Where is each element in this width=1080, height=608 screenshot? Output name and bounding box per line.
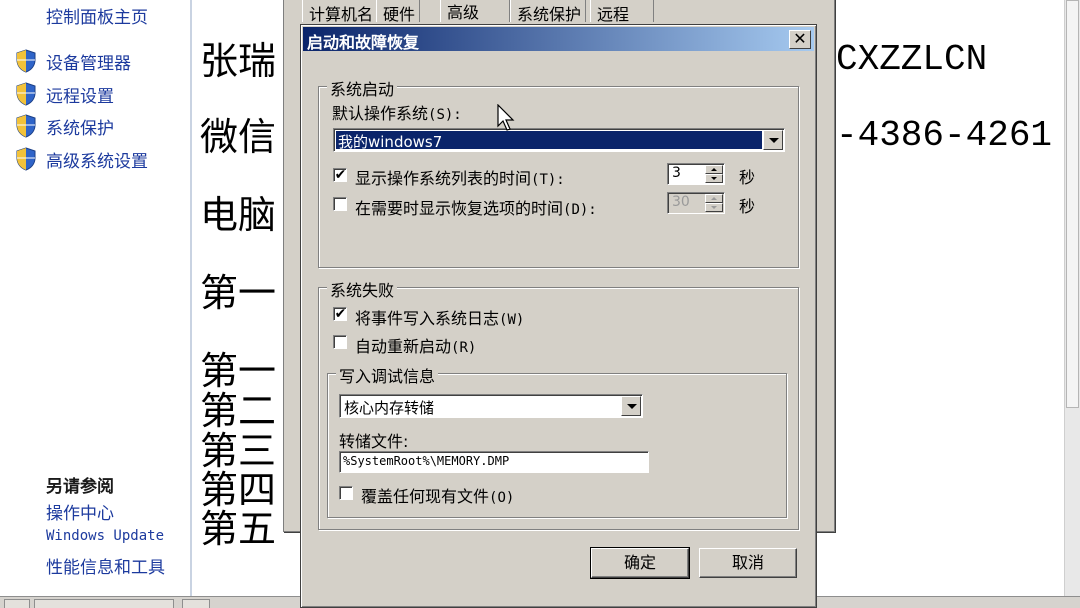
shield-icon [16, 49, 36, 73]
write-event-text: 将事件写入系统日志 [355, 309, 500, 328]
show-os-list-checkbox[interactable]: ✔ [333, 167, 347, 183]
tab-remote[interactable]: 远程 [590, 0, 654, 24]
doc-line: 第四 [200, 468, 277, 512]
see-also-heading: 另请参阅 [46, 477, 114, 497]
doc-line-right: -4386-4261 [836, 115, 1053, 156]
write-event-accelerator: (W) [499, 312, 525, 328]
doc-line: 第一 [200, 349, 277, 393]
control-panel-home-link[interactable]: 控制面板主页 [46, 3, 148, 28]
sidebar-item-system-protection[interactable]: 系统保护 [14, 114, 114, 139]
default-os-value: 我的windows7 [336, 131, 762, 151]
doc-line: 第二 [200, 389, 277, 433]
os-list-time-unit: 秒 [739, 168, 756, 187]
auto-restart-text: 自动重新启动 [355, 337, 452, 356]
dump-file-value: %SystemRoot%\MEMORY.DMP [343, 454, 510, 468]
recovery-time-value: 30 [672, 194, 690, 210]
doc-line-right: CXZZLCN [836, 39, 988, 80]
show-os-list-text: 显示操作系统列表的时间 [355, 169, 532, 188]
cancel-button[interactable]: 取消 [699, 548, 797, 578]
sidebar-item-label: 远程设置 [46, 86, 114, 107]
close-icon: ✕ [793, 29, 807, 48]
shield-icon [16, 114, 36, 138]
debug-type-value: 核心内存转储 [344, 399, 435, 417]
doc-line: 第一 [200, 271, 277, 315]
mouse-cursor-icon [497, 104, 515, 131]
sidebar-item-label: 高级系统设置 [46, 151, 148, 172]
overwrite-checkbox[interactable] [339, 486, 353, 500]
sidebar-item-label: 设备管理器 [46, 53, 131, 74]
chevron-down-icon [769, 138, 779, 143]
show-recovery-checkbox[interactable] [333, 197, 347, 211]
see-also-performance-tools[interactable]: 性能信息和工具 [46, 553, 165, 578]
show-recovery-label: 在需要时显示恢复选项的时间(D): [355, 195, 597, 219]
spin-down-button[interactable] [705, 203, 723, 212]
show-os-list-label: 显示操作系统列表的时间(T): [355, 165, 565, 189]
spin-down-button[interactable] [705, 174, 723, 183]
dump-file-input[interactable]: %SystemRoot%\MEMORY.DMP [339, 451, 649, 473]
document-scrollbar[interactable] [1064, 0, 1080, 598]
close-button[interactable]: ✕ [789, 30, 811, 49]
show-recovery-accelerator: (D): [563, 202, 597, 218]
default-os-label-text: 默认操作系统 [332, 104, 429, 123]
overwrite-accelerator: (O) [489, 490, 515, 506]
check-icon: ✔ [334, 306, 347, 322]
sidebar-item-label: 系统保护 [46, 118, 114, 139]
write-event-checkbox[interactable]: ✔ [333, 306, 347, 322]
taskbar-button[interactable] [182, 599, 210, 608]
chevron-down-icon [627, 404, 637, 409]
sidebar-item-advanced-settings[interactable]: 高级系统设置 [14, 147, 148, 172]
dialog-titlebar[interactable]: 启动和故障恢复 ✕ [303, 27, 814, 52]
doc-line: 张瑞 [200, 39, 277, 83]
taskbar-button[interactable] [4, 599, 30, 608]
tab-system-protection[interactable]: 系统保护 [510, 0, 587, 24]
overwrite-text: 覆盖任何现有文件 [361, 487, 490, 506]
sidebar-item-remote-settings[interactable]: 远程设置 [14, 82, 114, 107]
doc-line: 电脑 [200, 193, 277, 237]
group-legend: 系统失败 [327, 277, 398, 301]
auto-restart-accelerator: (R) [451, 340, 477, 356]
auto-restart-label: 自动重新启动(R) [355, 333, 476, 357]
default-os-accelerator: (S): [428, 107, 462, 123]
tab-computer-name[interactable]: 计算机名 [302, 0, 379, 24]
sidebar-item-device-manager[interactable]: 设备管理器 [14, 49, 131, 74]
spin-up-button[interactable] [705, 194, 723, 203]
startup-recovery-dialog: 启动和故障恢复 ✕ 系统启动 默认操作系统(S): 我的windows7 ✔ 显… [300, 24, 817, 608]
shield-icon [16, 147, 36, 171]
check-icon: ✔ [334, 167, 347, 183]
write-event-label: 将事件写入系统日志(W) [355, 305, 524, 329]
tab-hardware[interactable]: 硬件 [376, 0, 421, 24]
auto-restart-checkbox[interactable] [333, 335, 347, 349]
scrollbar-thumb[interactable] [1066, 0, 1079, 408]
shield-icon [16, 82, 36, 106]
group-legend: 系统启动 [327, 76, 398, 100]
overwrite-label: 覆盖任何现有文件(O) [361, 483, 514, 507]
recovery-time-unit: 秒 [739, 197, 756, 216]
default-os-select[interactable]: 我的windows7 [333, 128, 785, 152]
doc-line: 微信 [200, 115, 277, 159]
group-legend: 写入调试信息 [336, 363, 439, 387]
os-list-time-value: 3 [672, 165, 681, 181]
os-list-time-stepper[interactable]: 3 [667, 163, 725, 185]
tab-advanced[interactable]: 高级 [440, 0, 510, 22]
ok-button[interactable]: 确定 [590, 547, 690, 579]
dropdown-button[interactable] [621, 396, 641, 416]
show-os-list-accelerator: (T): [531, 172, 565, 188]
dropdown-button[interactable] [763, 130, 783, 150]
taskbar-button[interactable] [34, 599, 174, 608]
dialog-title: 启动和故障恢复 [307, 33, 420, 52]
default-os-label: 默认操作系统(S): [332, 100, 462, 124]
see-also-action-center[interactable]: 操作中心 [46, 499, 114, 524]
show-recovery-text: 在需要时显示恢复选项的时间 [355, 199, 564, 218]
spin-up-button[interactable] [705, 165, 723, 174]
doc-line: 第三 [200, 429, 277, 473]
dump-file-label: 转储文件: [339, 432, 409, 451]
doc-line: 第五 [200, 507, 277, 551]
see-also-windows-update[interactable]: Windows Update [46, 528, 164, 544]
debug-type-select[interactable]: 核心内存转储 [339, 394, 643, 418]
recovery-time-stepper[interactable]: 30 [667, 192, 725, 214]
sidebar: 控制面板主页 设备管理器 远程设置 系统保护 高级系统设置 另请参阅 操作中心 … [0, 0, 192, 598]
